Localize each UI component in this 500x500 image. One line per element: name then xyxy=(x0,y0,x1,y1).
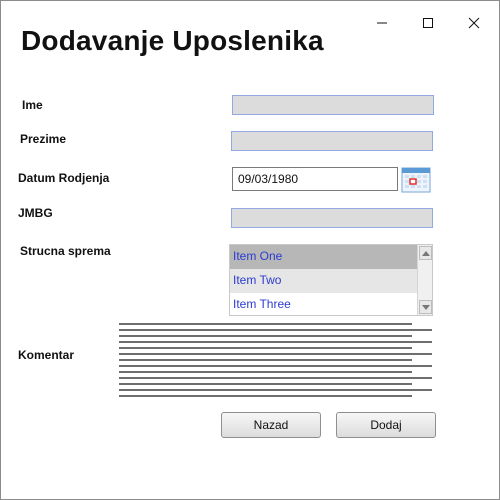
calendar-icon xyxy=(401,167,431,193)
prezime-input[interactable] xyxy=(231,131,433,151)
app-window: Dodavanje Uposlenika Ime Prezime Datum R… xyxy=(0,0,500,500)
calendar-button[interactable] xyxy=(401,166,431,193)
scroll-down-button[interactable] xyxy=(419,300,432,314)
nazad-button[interactable]: Nazad xyxy=(221,412,321,438)
page-title: Dodavanje Uposlenika xyxy=(21,25,324,56)
list-item[interactable]: Item Three xyxy=(230,293,417,315)
prezime-label: Prezime xyxy=(20,132,67,146)
close-icon xyxy=(468,17,480,29)
komentar-textarea[interactable] xyxy=(119,321,433,399)
datum-rodjenja-label: Datum Rodjenja xyxy=(18,171,110,185)
jmbg-input[interactable] xyxy=(231,208,433,228)
scroll-up-button[interactable] xyxy=(419,246,432,260)
ime-input[interactable] xyxy=(232,95,434,115)
chevron-down-icon xyxy=(421,304,430,310)
list-item[interactable]: Item One xyxy=(230,245,417,269)
dodaj-button[interactable]: Dodaj xyxy=(336,412,436,438)
strucna-sprema-list[interactable]: Item One Item Two Item Three xyxy=(229,244,433,316)
komentar-label: Komentar xyxy=(18,348,75,362)
list-item[interactable]: Item Two xyxy=(230,269,417,293)
ime-label: Ime xyxy=(22,98,43,112)
list-scrollbar[interactable] xyxy=(417,245,432,315)
maximize-button[interactable] xyxy=(413,9,443,37)
close-button[interactable] xyxy=(459,9,489,37)
maximize-icon xyxy=(423,18,433,28)
minimize-button[interactable] xyxy=(367,9,397,37)
minimize-icon xyxy=(377,22,387,24)
datum-rodjenja-input[interactable]: 09/03/1980 xyxy=(232,167,398,191)
strucna-sprema-label: Strucna sprema xyxy=(20,244,111,258)
chevron-up-icon xyxy=(421,250,430,256)
jmbg-label: JMBG xyxy=(18,206,53,220)
